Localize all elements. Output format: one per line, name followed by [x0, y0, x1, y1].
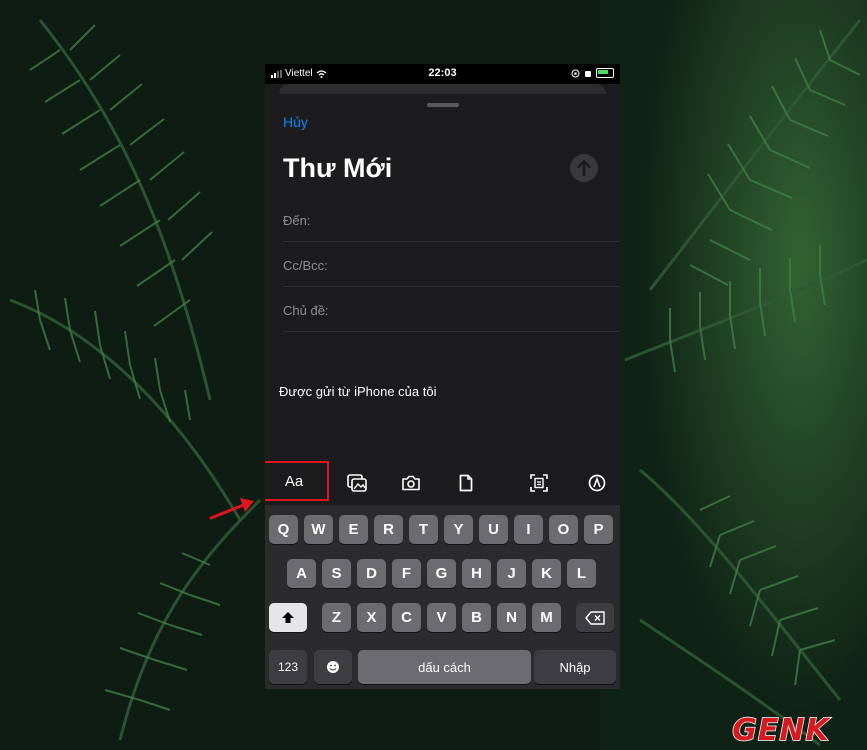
key-g[interactable]: G: [427, 559, 456, 588]
key-j[interactable]: J: [497, 559, 526, 588]
phone-screen: Viettel 22:03 Hủy Thư Mới Đến: Cc/Bcc: C…: [265, 64, 620, 689]
message-body-signature[interactable]: Được gửi từ iPhone của tôi: [279, 384, 436, 399]
key-l[interactable]: L: [567, 559, 596, 588]
annotation-arrow-icon: [209, 498, 254, 520]
alarm-icon: [585, 70, 591, 77]
genk-logo: GENK: [732, 713, 832, 745]
scan-document-icon: [530, 474, 548, 492]
key-k[interactable]: K: [532, 559, 561, 588]
backspace-icon: [585, 610, 605, 625]
to-field[interactable]: Đến:: [283, 197, 620, 242]
document-button[interactable]: [446, 461, 486, 505]
key-o[interactable]: O: [549, 515, 578, 544]
status-right-group: [571, 68, 614, 78]
key-s[interactable]: S: [322, 559, 351, 588]
page-title: Thư Mới: [283, 153, 393, 183]
key-a[interactable]: A: [287, 559, 316, 588]
key-i[interactable]: I: [514, 515, 543, 544]
delete-key[interactable]: [576, 603, 614, 632]
photo-library-icon: [347, 474, 367, 492]
key-u[interactable]: U: [479, 515, 508, 544]
send-button[interactable]: [570, 154, 598, 182]
to-field-label: Đến:: [283, 213, 311, 228]
shift-icon: [282, 612, 294, 623]
key-q[interactable]: Q: [269, 515, 298, 544]
markup-button[interactable]: [577, 461, 617, 505]
camera-button[interactable]: [391, 461, 431, 505]
cancel-button[interactable]: Hủy: [283, 114, 308, 130]
markup-icon: [588, 474, 606, 492]
key-d[interactable]: D: [357, 559, 386, 588]
space-key[interactable]: dấu cách: [358, 650, 531, 684]
keyboard: Q W E R T Y U I O P A S D F G H J K L Z …: [265, 505, 620, 689]
shift-key[interactable]: [269, 603, 307, 632]
emoji-icon: [327, 661, 339, 673]
subject-field-label: Chủ đề:: [283, 303, 329, 318]
key-t[interactable]: T: [409, 515, 438, 544]
status-time: 22:03: [428, 67, 457, 79]
battery-icon: [596, 68, 614, 78]
key-c[interactable]: C: [392, 603, 421, 632]
arrow-up-icon: [577, 160, 591, 176]
svg-text:GENK: GENK: [732, 713, 831, 745]
key-w[interactable]: W: [304, 515, 333, 544]
sheet-grabber[interactable]: [427, 103, 459, 107]
key-e[interactable]: E: [339, 515, 368, 544]
numbers-key[interactable]: 123: [269, 650, 307, 684]
document-icon: [459, 474, 473, 492]
cc-bcc-field[interactable]: Cc/Bcc:: [283, 242, 620, 287]
key-x[interactable]: X: [357, 603, 386, 632]
key-z[interactable]: Z: [322, 603, 351, 632]
status-bar: Viettel 22:03: [265, 64, 620, 84]
key-m[interactable]: M: [532, 603, 561, 632]
key-b[interactable]: B: [462, 603, 491, 632]
key-v[interactable]: V: [427, 603, 456, 632]
scan-document-button[interactable]: [519, 461, 559, 505]
cc-bcc-field-label: Cc/Bcc:: [283, 258, 328, 273]
return-key[interactable]: Nhập: [534, 650, 616, 684]
orientation-lock-icon: [571, 69, 580, 77]
key-f[interactable]: F: [392, 559, 421, 588]
key-n[interactable]: N: [497, 603, 526, 632]
photo-library-button[interactable]: [337, 461, 377, 505]
emoji-key[interactable]: [314, 650, 352, 684]
format-text-label: Aa: [284, 472, 304, 490]
format-toolbar: Aa: [265, 461, 620, 505]
camera-icon: [402, 475, 420, 491]
subject-field[interactable]: Chủ đề:: [283, 287, 620, 332]
key-p[interactable]: P: [584, 515, 613, 544]
key-r[interactable]: R: [374, 515, 403, 544]
key-h[interactable]: H: [462, 559, 491, 588]
format-text-button[interactable]: Aa: [265, 461, 329, 501]
key-y[interactable]: Y: [444, 515, 473, 544]
